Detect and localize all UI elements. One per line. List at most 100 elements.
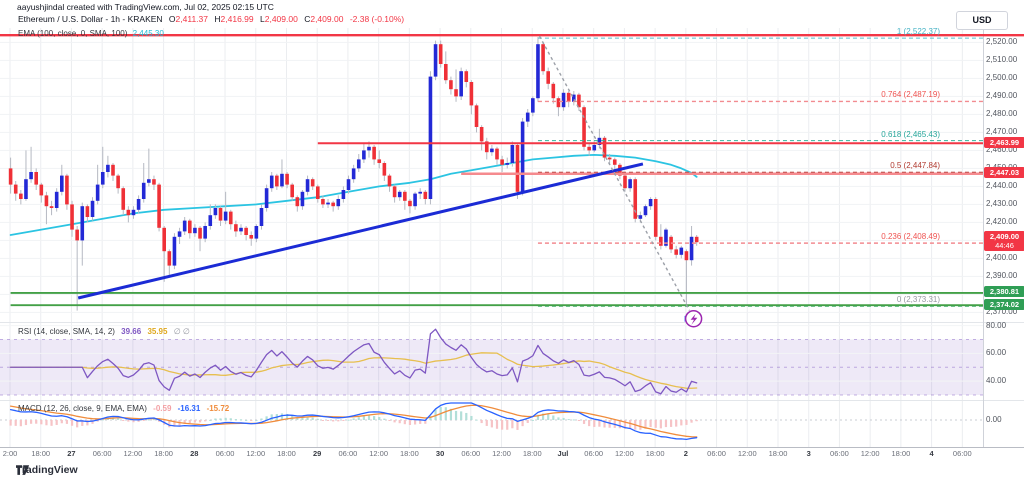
- candle-body[interactable]: [531, 98, 535, 112]
- candle-body[interactable]: [101, 172, 105, 185]
- candle-body[interactable]: [96, 185, 100, 201]
- candle-body[interactable]: [65, 176, 69, 205]
- candle-body[interactable]: [321, 199, 325, 204]
- candle-body[interactable]: [9, 168, 13, 184]
- candle-body[interactable]: [388, 176, 392, 187]
- candle-body[interactable]: [183, 221, 187, 232]
- candle-body[interactable]: [14, 185, 18, 194]
- candle-body[interactable]: [75, 230, 79, 241]
- candle-body[interactable]: [316, 186, 320, 199]
- candle-body[interactable]: [178, 231, 182, 236]
- candle-body[interactable]: [306, 179, 310, 192]
- candle-body[interactable]: [398, 192, 402, 197]
- candle-body[interactable]: [444, 64, 448, 80]
- candle-body[interactable]: [654, 199, 658, 237]
- candle-body[interactable]: [459, 71, 463, 96]
- candle-body[interactable]: [674, 249, 678, 254]
- candle-body[interactable]: [695, 237, 699, 242]
- candle-body[interactable]: [413, 194, 417, 207]
- candle-body[interactable]: [633, 179, 637, 219]
- candle-body[interactable]: [198, 228, 202, 239]
- candle-body[interactable]: [244, 228, 248, 235]
- candle-body[interactable]: [367, 147, 371, 151]
- candle-body[interactable]: [60, 176, 64, 192]
- candle-body[interactable]: [214, 208, 218, 215]
- candle-body[interactable]: [495, 149, 499, 160]
- candle-body[interactable]: [301, 192, 305, 206]
- candle-body[interactable]: [55, 192, 59, 208]
- candle-body[interactable]: [116, 176, 120, 189]
- candle-body[interactable]: [24, 179, 28, 199]
- candle-body[interactable]: [106, 165, 110, 172]
- candle-body[interactable]: [644, 206, 648, 215]
- candle-body[interactable]: [480, 127, 484, 141]
- candle-body[interactable]: [336, 199, 340, 206]
- candle-body[interactable]: [393, 186, 397, 197]
- candle-body[interactable]: [34, 172, 38, 185]
- candle-body[interactable]: [280, 174, 284, 187]
- candle-body[interactable]: [608, 158, 612, 160]
- candle-body[interactable]: [377, 159, 381, 163]
- candle-body[interactable]: [193, 228, 197, 233]
- candle-body[interactable]: [592, 145, 596, 150]
- candle-body[interactable]: [121, 188, 125, 210]
- candle-body[interactable]: [587, 147, 591, 151]
- candle-body[interactable]: [383, 163, 387, 176]
- candle-body[interactable]: [260, 208, 264, 226]
- candle-body[interactable]: [357, 159, 361, 168]
- candle-body[interactable]: [541, 44, 545, 71]
- candle-body[interactable]: [628, 179, 632, 188]
- candle-body[interactable]: [505, 163, 509, 165]
- candle-body[interactable]: [649, 199, 653, 206]
- candle-body[interactable]: [275, 176, 279, 187]
- candle-body[interactable]: [188, 221, 192, 234]
- candle-body[interactable]: [249, 235, 253, 239]
- candle-body[interactable]: [567, 93, 571, 102]
- candle-body[interactable]: [418, 192, 422, 194]
- candle-body[interactable]: [290, 185, 294, 198]
- candle-body[interactable]: [526, 113, 530, 122]
- candle-body[interactable]: [613, 159, 617, 164]
- candle-body[interactable]: [86, 206, 90, 217]
- candle-body[interactable]: [80, 206, 84, 240]
- candle-body[interactable]: [70, 204, 74, 229]
- candle-body[interactable]: [173, 237, 177, 266]
- candle-body[interactable]: [311, 179, 315, 186]
- candle-body[interactable]: [45, 195, 49, 206]
- candle-body[interactable]: [464, 71, 468, 82]
- candle-body[interactable]: [229, 212, 233, 225]
- candle-body[interactable]: [690, 237, 694, 260]
- candle-body[interactable]: [147, 179, 151, 183]
- candle-body[interactable]: [219, 208, 223, 221]
- candle-body[interactable]: [296, 197, 300, 206]
- candle-body[interactable]: [352, 168, 356, 179]
- candle-body[interactable]: [40, 185, 44, 196]
- candle-body[interactable]: [111, 165, 115, 176]
- candle-body[interactable]: [362, 150, 366, 159]
- candle-body[interactable]: [516, 145, 520, 192]
- candle-body[interactable]: [91, 201, 95, 217]
- candle-body[interactable]: [224, 212, 228, 221]
- candle-body[interactable]: [500, 159, 504, 164]
- candle-body[interactable]: [132, 210, 136, 215]
- candle-body[interactable]: [490, 149, 494, 153]
- candle-body[interactable]: [142, 183, 146, 199]
- candle-body[interactable]: [424, 192, 428, 199]
- candle-body[interactable]: [408, 201, 412, 206]
- candle-body[interactable]: [623, 176, 627, 189]
- candle-body[interactable]: [326, 203, 330, 205]
- candle-body[interactable]: [157, 185, 161, 228]
- candle-body[interactable]: [372, 147, 376, 160]
- candle-body[interactable]: [511, 145, 515, 163]
- candle-body[interactable]: [475, 105, 479, 127]
- candle-body[interactable]: [168, 251, 172, 265]
- candle-body[interactable]: [546, 71, 550, 84]
- candle-body[interactable]: [152, 179, 156, 184]
- candle-body[interactable]: [439, 44, 443, 64]
- candle-body[interactable]: [680, 248, 684, 255]
- candle-body[interactable]: [265, 188, 269, 208]
- candle-body[interactable]: [685, 251, 689, 260]
- candle-body[interactable]: [255, 226, 259, 239]
- candle-body[interactable]: [19, 194, 23, 199]
- currency-toggle-button[interactable]: USD: [956, 11, 1008, 30]
